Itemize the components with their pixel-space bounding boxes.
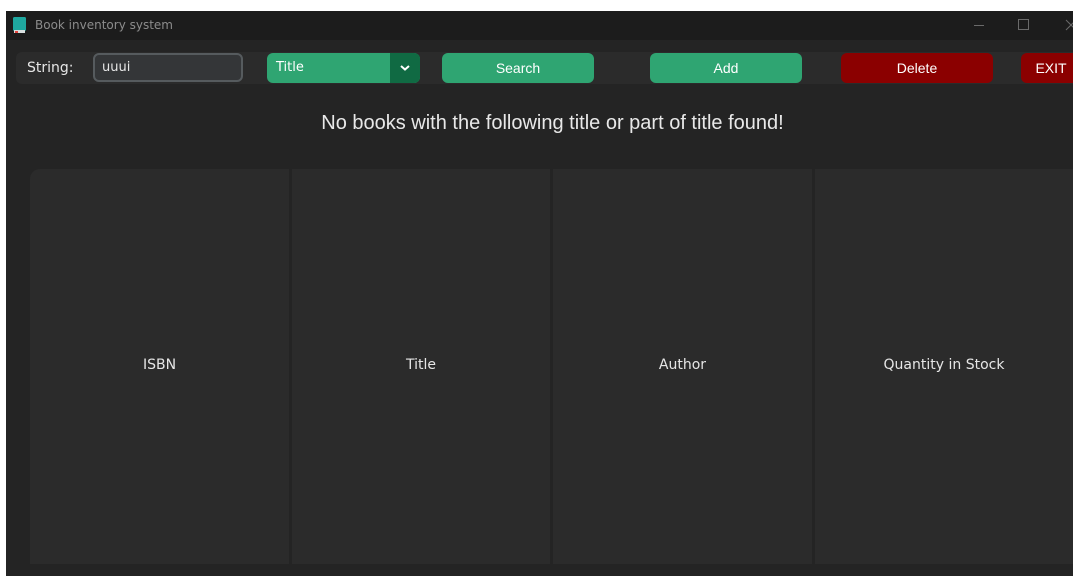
maximize-icon — [1018, 19, 1029, 30]
close-icon — [1065, 19, 1073, 31]
close-button[interactable] — [1056, 11, 1073, 40]
column-header-label: Author — [658, 357, 707, 373]
search-input[interactable] — [93, 53, 243, 82]
column-header-author[interactable]: Author — [553, 169, 812, 564]
column-header-label: ISBN — [142, 357, 177, 373]
string-label: String: — [27, 60, 74, 76]
search-button[interactable]: Search — [442, 53, 594, 83]
window-title: Book inventory system — [35, 18, 173, 32]
toolbar: String: Title Search Add Delete EXIT — [16, 52, 1073, 84]
chevron-down-icon — [400, 65, 410, 71]
select-value: Title — [276, 60, 304, 75]
select-dropdown-button[interactable] — [390, 53, 420, 83]
maximize-button[interactable] — [1009, 11, 1039, 40]
title-bar: Book inventory system — [6, 11, 1073, 40]
delete-button[interactable]: Delete — [841, 53, 993, 83]
app-window: Book inventory system String: Title — [6, 11, 1073, 576]
column-header-title[interactable]: Title — [292, 169, 550, 564]
minimize-icon — [974, 25, 984, 26]
add-button[interactable]: Add — [650, 53, 802, 83]
search-field-select[interactable]: Title — [267, 53, 420, 83]
column-header-quantity[interactable]: Quantity in Stock — [815, 169, 1073, 564]
column-header-label: Quantity in Stock — [883, 357, 1005, 373]
exit-button[interactable]: EXIT — [1021, 53, 1073, 83]
column-header-isbn[interactable]: ISBN — [30, 169, 289, 564]
status-message: No books with the following title or par… — [321, 112, 784, 134]
results-table: ISBN Title Author Quantity in Stock — [30, 169, 1073, 564]
minimize-button[interactable] — [964, 11, 994, 40]
column-header-label: Title — [405, 357, 436, 373]
book-icon — [13, 17, 26, 33]
